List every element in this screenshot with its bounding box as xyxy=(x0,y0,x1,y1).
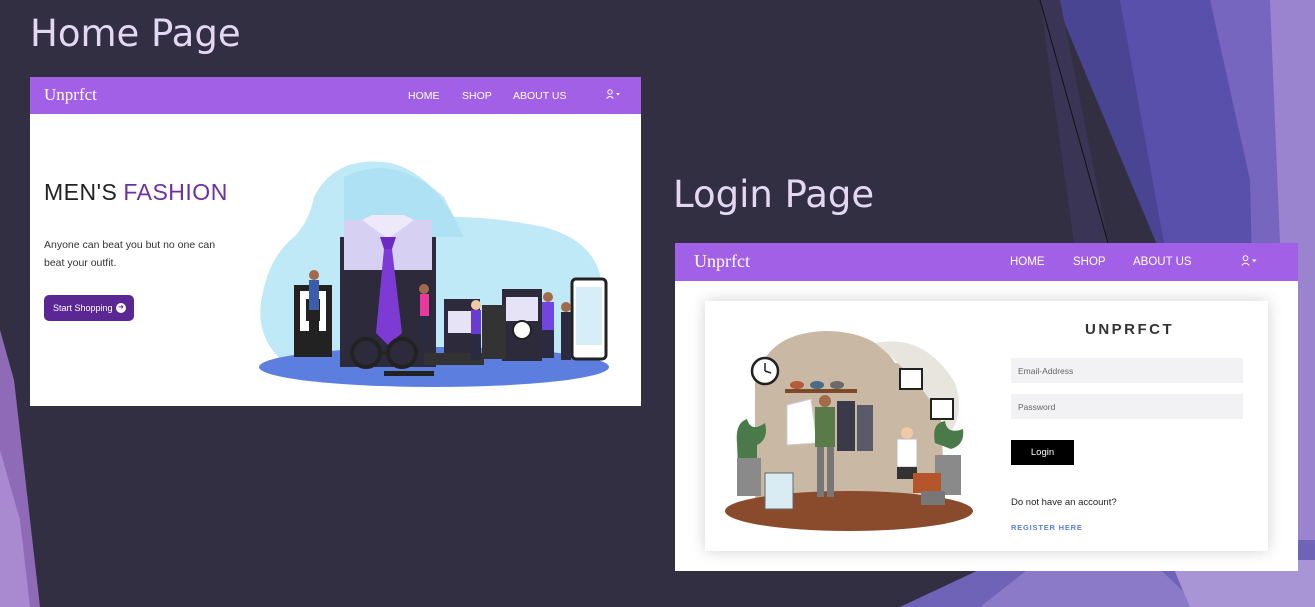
start-shopping-button[interactable]: Start Shopping ➜ xyxy=(44,295,134,321)
login-page-screenshot: Unprfct HOME SHOP ABOUT US UNPRFCT Email… xyxy=(675,243,1298,571)
nav-shop-link[interactable]: SHOP xyxy=(1073,256,1106,268)
nav-about-link[interactable]: ABOUT US xyxy=(513,90,566,102)
hero-title-accent: FASHION xyxy=(123,179,228,205)
user-icon xyxy=(606,89,620,99)
fashion-store-illustration xyxy=(259,161,609,387)
login-card: UNPRFCT Login Do not have an account? RE… xyxy=(705,301,1268,551)
nav-shop-link[interactable]: SHOP xyxy=(462,90,492,102)
nav-about-link[interactable]: ABOUT US xyxy=(1133,256,1192,268)
user-menu-dropdown[interactable] xyxy=(1241,255,1259,269)
home-page-screenshot: Unprfct HOME SHOP ABOUT US MEN'S FASHION … xyxy=(30,77,641,406)
clothing-store-illustration xyxy=(725,331,973,531)
user-menu-dropdown[interactable] xyxy=(606,89,622,102)
register-link[interactable]: REGISTER HERE xyxy=(1011,523,1083,532)
brand-logo[interactable]: Unprfct xyxy=(44,85,97,105)
no-account-text: Do not have an account? xyxy=(1011,497,1117,508)
hero-title: MEN'S FASHION xyxy=(44,179,228,206)
login-page-heading: Login Page xyxy=(673,173,875,216)
password-field[interactable] xyxy=(1011,394,1243,419)
user-icon xyxy=(1241,255,1257,266)
hero-title-main: MEN'S xyxy=(44,179,118,205)
arrow-right-icon: ➜ xyxy=(116,303,126,313)
email-field[interactable] xyxy=(1011,358,1243,383)
navbar: Unprfct HOME SHOP ABOUT US xyxy=(30,77,641,114)
start-shopping-label: Start Shopping xyxy=(53,303,113,313)
brand-logo[interactable]: Unprfct xyxy=(694,251,750,272)
home-page-heading: Home Page xyxy=(30,12,241,55)
login-card-brand: UNPRFCT xyxy=(1085,321,1175,338)
navbar: Unprfct HOME SHOP ABOUT US xyxy=(675,243,1298,281)
nav-home-link[interactable]: HOME xyxy=(408,90,440,102)
hero-tagline: Anyone can beat you but no one can beat … xyxy=(44,239,216,269)
login-button[interactable]: Login xyxy=(1011,440,1074,465)
nav-home-link[interactable]: HOME xyxy=(1010,256,1045,268)
